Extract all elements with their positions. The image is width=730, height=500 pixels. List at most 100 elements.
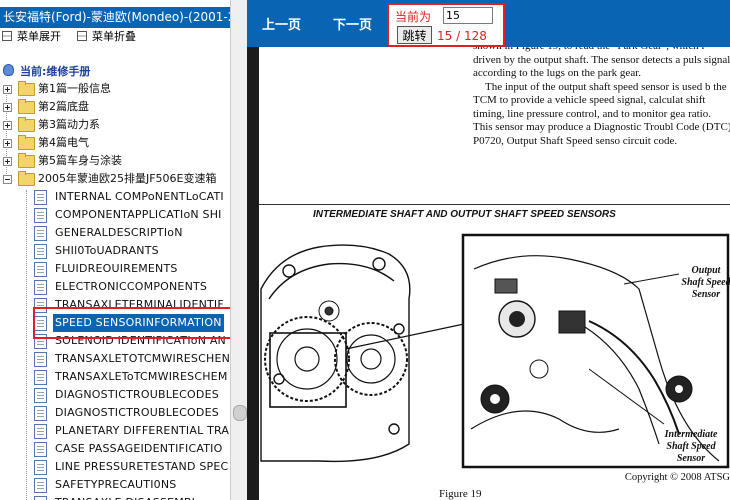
figure-caption: Figure 19 [439, 488, 482, 500]
tree-item[interactable]: DIAGNOSTICTROUBLECODES [0, 404, 232, 422]
document-icon [34, 262, 47, 277]
open-folder-label: 2005年蒙迪欧25排量JF506E变速箱 [38, 172, 217, 185]
document-icon [34, 352, 47, 367]
tree-open-folder[interactable]: 2005年蒙迪欧25排量JF506E变速箱 [0, 170, 230, 188]
current-page-label: 当前为 [395, 10, 432, 24]
tree-folder-item[interactable]: 第2篇底盘 [0, 98, 230, 116]
tree-item-label: INTERNAL COMPoNENTLoCATI [55, 190, 224, 203]
document-icon [34, 370, 47, 385]
tree-item[interactable]: SAFETYPRECAUTI0NS [0, 476, 232, 494]
tree-item[interactable]: DIAGNOSTICTROUBLECODES [0, 386, 232, 404]
paragraph-1: shown in Figure 19, to read the "Park Ge… [473, 47, 730, 79]
tree-item-label: SAFETYPRECAUTI0NS [55, 478, 177, 491]
collapse-icon [77, 31, 87, 41]
next-page-button[interactable]: 下一页 [333, 14, 372, 33]
tree-folder-item[interactable]: 第3篇动力系 [0, 116, 230, 134]
prev-page-button[interactable]: 上一页 [262, 14, 301, 33]
tree-item-label: TRANSAXLETOTCMWIRESCHEN [55, 352, 231, 365]
current-location: 当前:维修手册 [3, 64, 90, 80]
scroll-thumb[interactable] [233, 405, 247, 421]
document-icon [34, 478, 47, 493]
expand-toggle-icon[interactable] [3, 121, 12, 130]
callout-intermediate-line1: Intermediate [664, 429, 718, 440]
paragraph-2: The input of the output shaft speed sens… [473, 80, 730, 147]
tree-folder-label: 第4篇电气 [38, 136, 89, 149]
expand-toggle-icon[interactable] [3, 139, 12, 148]
expand-menu-label: 菜单展开 [17, 30, 61, 43]
page-jump-box: 当前为 跳转 15 / 128 [387, 3, 505, 47]
callout-output-line3: Sensor [692, 289, 720, 300]
copyright: Copyright © 2008 ATSG [624, 472, 730, 483]
folder-icon [18, 153, 35, 168]
document-icon [34, 190, 47, 205]
tree-item[interactable]: TRANSAXLETOTCMWIRESCHEN [0, 350, 232, 368]
document-icon [34, 460, 47, 475]
folder-icon [18, 81, 35, 96]
figure-title: INTERMEDIATE SHAFT AND OUTPUT SHAFT SPEE… [313, 209, 616, 220]
tree-item[interactable]: PLANETARY DIFFERENTIAL TRA [0, 422, 232, 440]
expand-toggle-icon[interactable] [3, 85, 12, 94]
tree-item[interactable]: INTERNAL COMPoNENTLoCATI [0, 188, 232, 206]
tree-item-label: COMPONENTAPPLICATIoN SHI [55, 208, 222, 221]
document-icon [34, 406, 47, 421]
tree-item-label: TRANSAXLE DISASSEMBL [55, 494, 198, 500]
expand-toggle-icon[interactable] [3, 157, 12, 166]
document-page: shown in Figure 19, to read the "Park Ge… [259, 47, 730, 500]
document-icon [34, 424, 47, 439]
tree-folder-label: 第3篇动力系 [38, 118, 100, 131]
collapse-toggle-icon[interactable] [3, 175, 12, 184]
callout-output-line2: Shaft Speed [681, 277, 730, 288]
tree-item-label: DIAGNOSTICTROUBLECODES [55, 406, 219, 419]
sidebar: 长安福特(Ford)-蒙迪欧(Mondeo)-(2001-20 菜单展开 菜单折… [0, 0, 248, 500]
transmission-illustration: Output Shaft Speed Sensor Intermediate S… [260, 233, 730, 469]
body-text: shown in Figure 19, to read the "Park Ge… [473, 47, 730, 148]
tree-item[interactable]: FLUIDREOUIREMENTS [0, 260, 232, 278]
tree-folder-item[interactable]: 第4篇电气 [0, 134, 230, 152]
tree-folder-label: 第2篇底盘 [38, 100, 89, 113]
tree-item-label: LINE PRESSURETESTAND SPEC [55, 460, 229, 473]
document-icon [34, 442, 47, 457]
open-folder-icon [18, 171, 35, 186]
document-icon [34, 208, 47, 223]
collapse-menu-label: 菜单折叠 [92, 30, 136, 43]
tree-item[interactable]: TRANSAXLE DISASSEMBL [0, 494, 232, 500]
jump-button[interactable]: 跳转 [397, 26, 432, 44]
expand-toggle-icon[interactable] [3, 103, 12, 112]
sidebar-scrollbar[interactable] [230, 0, 247, 500]
section-rule [259, 204, 730, 205]
tree-item[interactable]: CASE PASSAGEIDENTIFICATIO [0, 440, 232, 458]
window-title: 长安福特(Ford)-蒙迪欧(Mondeo)-(2001-20 [0, 7, 236, 28]
selected-item-highlight [33, 307, 239, 339]
tree-item[interactable]: SHIl0ToUADRANTS [0, 242, 232, 260]
page-counter: 15 / 128 [437, 29, 487, 43]
tree-item-label: CASE PASSAGEIDENTIFICATIO [55, 442, 223, 455]
location-icon [3, 64, 14, 76]
document-icon [34, 388, 47, 403]
tree-folder-item[interactable]: 第1篇一般信息 [0, 80, 230, 98]
tree-item[interactable]: ELECTRONICCOMPONENTS [0, 278, 232, 296]
tree-item-label: SHIl0ToUADRANTS [55, 244, 159, 257]
tree-item[interactable]: GENERALDESCRIPTIoN [0, 224, 232, 242]
collapse-menu-button[interactable]: 菜单折叠 [77, 30, 136, 44]
tree-folder-label: 第5篇车身与涂装 [38, 154, 122, 167]
folder-icon [18, 135, 35, 150]
page-number-input[interactable] [443, 7, 493, 24]
menu-toolbar: 菜单展开 菜单折叠 [0, 30, 233, 44]
folder-icon [18, 117, 35, 132]
gear-set [264, 300, 408, 402]
tree-item-label: TRANSAXLEToTCMWIRESCHEM [55, 370, 228, 383]
tree-item-label: ELECTRONICCOMPONENTS [55, 280, 208, 293]
tree-item[interactable]: LINE PRESSURETESTAND SPEC [0, 458, 232, 476]
folder-icon [18, 99, 35, 114]
callout-intermediate-line2: Shaft Speed [666, 441, 716, 452]
current-location-label: 当前:维修手册 [20, 65, 91, 78]
tree-item[interactable]: COMPONENTAPPLICATIoN SHI [0, 206, 232, 224]
expand-menu-button[interactable]: 菜单展开 [2, 30, 61, 44]
tree-item[interactable]: TRANSAXLEToTCMWIRESCHEM [0, 368, 232, 386]
tree-folder-item[interactable]: 第5篇车身与涂装 [0, 152, 230, 170]
callout-intermediate-line3: Sensor [677, 453, 705, 464]
tree-item-label: PLANETARY DIFFERENTIAL TRA [55, 424, 230, 437]
document-icon [34, 244, 47, 259]
document-icon [34, 226, 47, 241]
tree-item-label: GENERALDESCRIPTIoN [55, 226, 183, 239]
